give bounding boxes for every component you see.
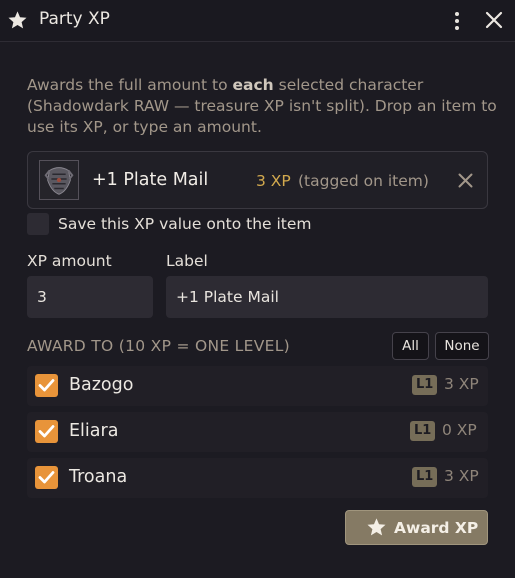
close-icon[interactable] — [485, 11, 503, 29]
level-badge: L1 — [412, 375, 438, 395]
select-all-button[interactable]: All — [392, 332, 429, 360]
description-part-1: Awards the full amount to — [27, 76, 233, 94]
star-icon — [8, 11, 27, 29]
character-row[interactable]: Troana L1 3 XP — [27, 458, 488, 498]
dropped-item-card: +1 Plate Mail 3 XP (tagged on item) — [27, 151, 488, 209]
select-none-button[interactable]: None — [435, 332, 489, 360]
character-xp: 0 XP — [442, 421, 477, 439]
remove-icon[interactable] — [458, 173, 473, 188]
level-badge: L1 — [410, 421, 436, 441]
award-xp-label: Award XP — [394, 519, 479, 537]
kebab-menu-icon[interactable] — [450, 11, 464, 31]
xp-amount-label: XP amount — [27, 252, 112, 270]
title-bar: Party XP — [0, 0, 515, 42]
character-xp: 3 XP — [444, 375, 479, 393]
item-tag-note: (tagged on item) — [298, 172, 429, 190]
character-name: Bazogo — [69, 375, 134, 395]
description-emphasis: each — [232, 76, 274, 94]
character-checkbox[interactable] — [35, 374, 58, 397]
check-icon — [38, 379, 55, 392]
award-to-heading: AWARD TO (10 XP = ONE LEVEL) — [27, 337, 290, 355]
character-row[interactable]: Bazogo L1 3 XP — [27, 366, 488, 406]
award-xp-button[interactable]: Award XP — [345, 510, 488, 545]
character-name: Troana — [69, 467, 128, 487]
character-row[interactable]: Eliara L1 0 XP — [27, 412, 488, 452]
character-name: Eliara — [69, 421, 119, 441]
item-xp-value: 3 XP — [256, 172, 291, 190]
window-title: Party XP — [39, 9, 110, 29]
description-text: Awards the full amount to each selected … — [27, 75, 497, 138]
star-icon — [367, 518, 386, 536]
label-input[interactable]: +1 Plate Mail — [166, 276, 488, 318]
level-badge: L1 — [412, 467, 438, 487]
label-field-label: Label — [166, 252, 208, 270]
plate-mail-armor-icon — [39, 160, 79, 200]
save-xp-label: Save this XP value onto the item — [58, 215, 312, 233]
character-xp: 3 XP — [444, 467, 479, 485]
xp-amount-input[interactable]: 3 — [27, 276, 153, 318]
character-checkbox[interactable] — [35, 420, 58, 443]
character-checkbox[interactable] — [35, 466, 58, 489]
save-xp-checkbox[interactable] — [27, 213, 49, 235]
check-icon — [38, 471, 55, 484]
item-name: +1 Plate Mail — [92, 170, 209, 190]
check-icon — [38, 425, 55, 438]
